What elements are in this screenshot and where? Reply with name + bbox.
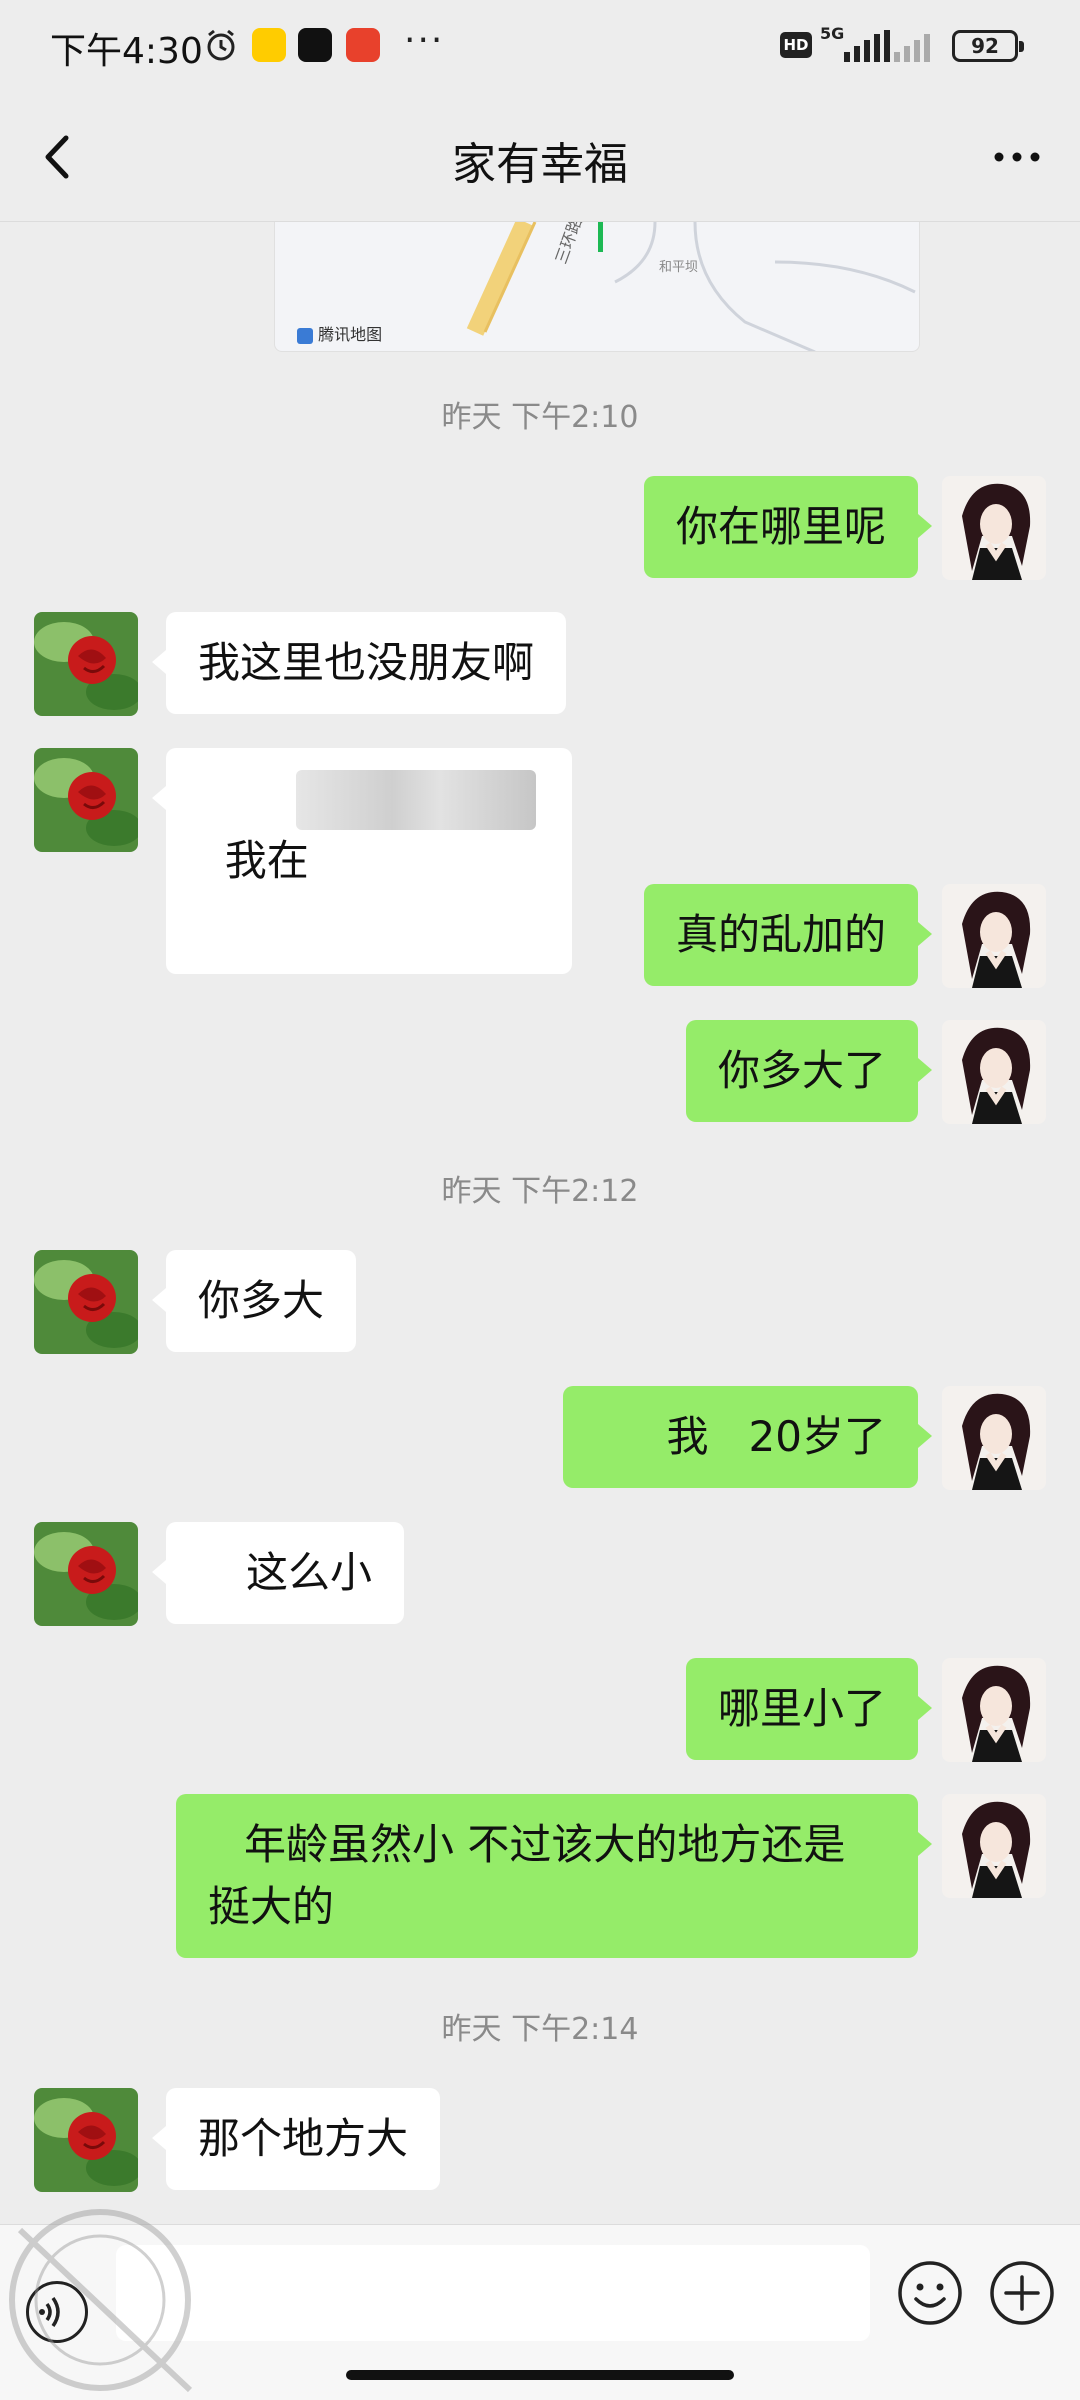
status-bar: 下午4:30 ··· HD 5G 92 — [0, 0, 1080, 92]
anime-avatar-icon — [942, 884, 1046, 988]
signal-icon — [844, 30, 890, 62]
redacted-blur — [296, 770, 536, 830]
more-button[interactable] — [982, 122, 1052, 192]
anime-avatar-icon — [942, 1658, 1046, 1762]
timestamp: 昨天 下午2:14 — [441, 2012, 639, 2047]
message-bubble-outgoing[interactable]: 真的乱加的 — [643, 884, 933, 986]
message-bubble-outgoing[interactable]: 哪里小了 — [685, 1658, 933, 1760]
signal-2-icon — [894, 34, 930, 62]
hd-icon: HD — [780, 32, 812, 58]
more-dots-icon — [994, 152, 1040, 162]
watermark-stamp-icon — [9, 2209, 193, 2393]
timestamp: 昨天 下午2:12 — [441, 1174, 639, 1209]
map-area-label: 和平坝 — [659, 260, 699, 275]
meituan-icon — [252, 28, 286, 62]
chat-title: 家有幸福 — [452, 139, 628, 190]
plus-button[interactable] — [988, 2259, 1056, 2327]
avatar[interactable] — [942, 476, 1046, 580]
anime-avatar-icon — [942, 1794, 1046, 1898]
message-bubble-outgoing[interactable]: 年龄虽然小 不过该大的地方还是挺大的 — [176, 1794, 932, 1958]
network-type: 5G — [820, 24, 845, 43]
alarm-icon — [207, 29, 235, 61]
status-more: ··· — [404, 20, 445, 61]
emoji-button[interactable] — [896, 2259, 964, 2327]
message-bubble-outgoing[interactable]: 我 20岁了 — [562, 1386, 932, 1488]
tencent-map-icon — [297, 327, 313, 344]
message-bubble-outgoing[interactable]: 你在哪里呢 — [643, 476, 933, 578]
home-indicator[interactable] — [346, 2370, 734, 2380]
avatar[interactable] — [34, 1522, 138, 1626]
chat-header: 家有幸福 — [0, 92, 1080, 222]
timestamp: 昨天 下午2:10 — [441, 400, 639, 435]
avatar[interactable] — [942, 1020, 1046, 1124]
avatar[interactable] — [34, 612, 138, 716]
avatar[interactable] — [942, 884, 1046, 988]
app-icon — [346, 28, 380, 62]
location-map-preview[interactable]: 三环路 和平坝 腾讯地图 — [274, 222, 920, 352]
plus-icon — [990, 2261, 1054, 2325]
avatar[interactable] — [34, 1250, 138, 1354]
rose-avatar-icon — [34, 1250, 138, 1354]
rose-avatar-icon — [34, 1522, 138, 1626]
avatar[interactable] — [942, 1794, 1046, 1898]
rose-avatar-icon — [34, 748, 138, 852]
avatar[interactable] — [34, 748, 138, 852]
anime-avatar-icon — [942, 476, 1046, 580]
douyin-icon — [298, 28, 332, 62]
message-bubble-incoming[interactable]: 我在 — [152, 748, 572, 974]
rose-avatar-icon — [34, 612, 138, 716]
message-bubble-incoming[interactable]: 我这里也没朋友啊 — [151, 612, 567, 714]
map-attribution: 腾讯地图 — [297, 321, 382, 345]
avatar[interactable] — [942, 1386, 1046, 1490]
anime-avatar-icon — [942, 1386, 1046, 1490]
status-time: 下午4:30 — [50, 31, 203, 72]
anime-avatar-icon — [942, 1020, 1046, 1124]
emoji-icon — [898, 2261, 962, 2325]
message-bubble-incoming[interactable]: 你多大 — [151, 1250, 357, 1352]
message-bubble-outgoing[interactable]: 你多大了 — [685, 1020, 933, 1122]
message-text: 我在 — [224, 836, 309, 885]
message-bubble-incoming[interactable]: 这么小 — [151, 1522, 405, 1624]
map-attribution-text: 腾讯地图 — [318, 325, 383, 344]
avatar[interactable] — [942, 1658, 1046, 1762]
battery-indicator: 92 — [952, 30, 1024, 62]
